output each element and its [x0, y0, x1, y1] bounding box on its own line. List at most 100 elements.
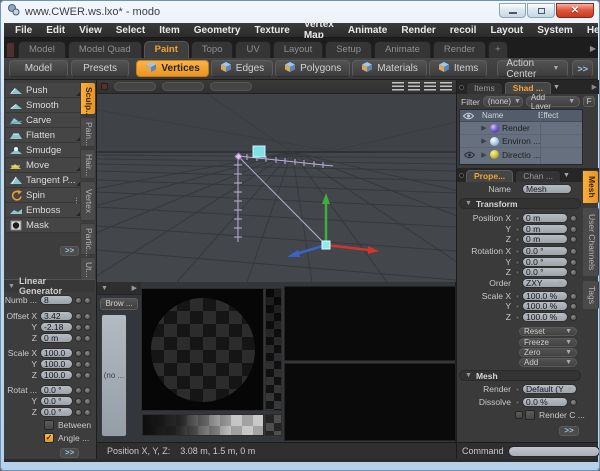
viewport-menu-icon[interactable] — [392, 82, 404, 91]
mini-slider-icon[interactable] — [570, 248, 577, 255]
position-y-field[interactable]: 0 m — [522, 224, 568, 234]
tool-carve[interactable]: Carve — [6, 113, 81, 128]
position-z-field[interactable]: 0 m — [522, 234, 568, 244]
visibility-column-icon[interactable] — [460, 112, 476, 120]
viewport-corner-button[interactable] — [101, 83, 108, 90]
scale-z-field[interactable]: 100.0 — [40, 370, 73, 380]
offset-x-field[interactable]: 3.42 — [40, 311, 73, 321]
envelope-icon[interactable] — [84, 361, 91, 368]
viewport-canvas[interactable] — [97, 94, 456, 282]
browse-button[interactable]: Brow ... — [100, 298, 138, 310]
tool-category-hair[interactable]: Hair... — [80, 149, 96, 179]
tool-category-sculpt[interactable]: Sculp... — [80, 82, 96, 115]
tool-smudge[interactable]: Smudge — [6, 143, 81, 158]
mini-slider-icon[interactable] — [75, 297, 82, 304]
mini-slider-icon[interactable] — [75, 372, 82, 379]
menu-help[interactable]: Help — [580, 25, 600, 36]
envelope-dot[interactable] — [515, 216, 520, 221]
mini-slider-icon[interactable] — [570, 269, 577, 276]
envelope-dot[interactable] — [515, 400, 520, 405]
angle-checkbox[interactable]: ✓ — [44, 433, 54, 443]
panel-dot-button[interactable] — [459, 85, 464, 90]
envelope-icon[interactable] — [84, 335, 91, 342]
brush-falloff-gradient[interactable] — [142, 414, 264, 436]
mode-vertices-button[interactable]: Vertices — [136, 60, 208, 77]
envelope-dot[interactable] — [515, 387, 520, 392]
texture-preview-bottom[interactable] — [284, 363, 456, 441]
tab-overflow-arrow[interactable]: ▶ — [590, 44, 596, 53]
linear-generator-overflow-button[interactable]: >> — [60, 448, 79, 458]
mini-slider-icon[interactable] — [75, 361, 82, 368]
tool-panel-overflow-button[interactable]: >> — [60, 246, 79, 256]
tool-category-particles[interactable]: Partic... — [80, 223, 96, 255]
tool-category-paint[interactable]: Pain... — [80, 117, 96, 147]
mini-slider-icon[interactable] — [570, 399, 577, 406]
mini-slider-icon[interactable] — [75, 350, 82, 357]
tab-uv[interactable]: UV — [235, 41, 270, 58]
name-column-header[interactable]: Name — [476, 111, 538, 120]
name-field[interactable]: Mesh — [522, 184, 572, 194]
envelope-icon[interactable] — [84, 297, 91, 304]
preset-browser-header[interactable]: ▼▶ — [97, 282, 141, 295]
scale-x-field[interactable]: 100.0 % — [522, 291, 568, 301]
tab-add[interactable]: + — [488, 41, 508, 58]
mini-slider-icon[interactable] — [75, 313, 82, 320]
mini-slider-icon[interactable] — [75, 387, 82, 394]
dissolve-field[interactable]: 0.0 % — [522, 397, 568, 407]
preset-list[interactable]: (no ... — [101, 314, 127, 437]
menu-view[interactable]: View — [72, 25, 109, 36]
mini-slider-icon[interactable] — [75, 324, 82, 331]
mode-polygons-button[interactable]: Polygons — [275, 60, 350, 77]
menu-layout[interactable]: Layout — [483, 25, 530, 36]
rotate-z-field[interactable]: 0.0 ° — [40, 407, 73, 417]
action-center-button[interactable]: Action Center ▼ — [497, 60, 568, 77]
eye-icon[interactable] — [460, 151, 478, 159]
envelope-dot[interactable] — [515, 237, 520, 242]
render-curves-envelope[interactable] — [515, 411, 523, 419]
rotation-y-field[interactable]: 0.0 ° — [522, 257, 568, 267]
order-dropdown[interactable]: ZXY▼ — [522, 278, 568, 288]
mode-edges-button[interactable]: Edges — [211, 60, 273, 77]
position-x-field[interactable]: 0 m — [522, 213, 568, 223]
reset-dropdown[interactable]: Reset▼ — [519, 327, 577, 336]
mini-slider-icon[interactable] — [570, 259, 577, 266]
shader-row-directional[interactable]: ▶ Directio ... — [460, 148, 582, 161]
envelope-dot[interactable] — [515, 304, 520, 309]
tool-move[interactable]: Move — [6, 158, 81, 173]
between-checkbox[interactable] — [44, 420, 54, 430]
add-layer-dropdown[interactable]: Add Layer▼ — [526, 96, 580, 107]
add-dropdown[interactable]: Add▼ — [519, 358, 577, 367]
tab-render[interactable]: Render — [433, 41, 486, 58]
expand-icon[interactable]: ▶ — [478, 137, 490, 145]
menu-geometry[interactable]: Geometry — [187, 25, 248, 36]
tool-spin[interactable]: Spin — [6, 188, 81, 203]
tab-topo[interactable]: Topo — [191, 41, 234, 58]
tab-paint[interactable]: Paint — [144, 41, 189, 58]
tab-layout[interactable]: Layout — [273, 41, 324, 58]
envelope-dot[interactable] — [515, 315, 520, 320]
menu-select[interactable]: Select — [109, 25, 152, 36]
tool-category-vertex[interactable]: Vertex ... — [80, 181, 96, 221]
chevron-down-icon[interactable]: ▼ — [553, 84, 560, 91]
presets-button[interactable]: Presets — [71, 60, 130, 77]
tab-strip-corner[interactable] — [6, 42, 15, 58]
menu-recoil[interactable]: recoil — [443, 25, 484, 36]
shader-row-render[interactable]: ▶ Render — [460, 122, 582, 135]
render-dropdown[interactable]: Default (Y ...▼ — [522, 384, 577, 394]
rotation-x-field[interactable]: 0.0 ° — [522, 246, 568, 256]
viewport-dropdown-1[interactable] — [114, 82, 156, 91]
tool-mask[interactable]: Mask — [6, 218, 81, 233]
offset-y-field[interactable]: -2.18 — [40, 322, 73, 332]
envelope-icon[interactable] — [84, 324, 91, 331]
mini-slider-icon[interactable] — [570, 293, 577, 300]
zero-dropdown[interactable]: Zero▼ — [519, 348, 577, 357]
scale-y-field[interactable]: 100.0 % — [522, 301, 568, 311]
mini-slider-icon[interactable] — [570, 236, 577, 243]
mini-slider-icon[interactable] — [570, 303, 577, 310]
menu-animate[interactable]: Animate — [341, 25, 394, 36]
rotation-z-field[interactable]: 0.0 ° — [522, 267, 568, 277]
envelope-dot[interactable] — [515, 270, 520, 275]
viewport-menu-icon[interactable] — [424, 82, 436, 91]
expand-icon[interactable]: ▶ — [478, 151, 490, 159]
maximize-button[interactable] — [527, 3, 555, 18]
